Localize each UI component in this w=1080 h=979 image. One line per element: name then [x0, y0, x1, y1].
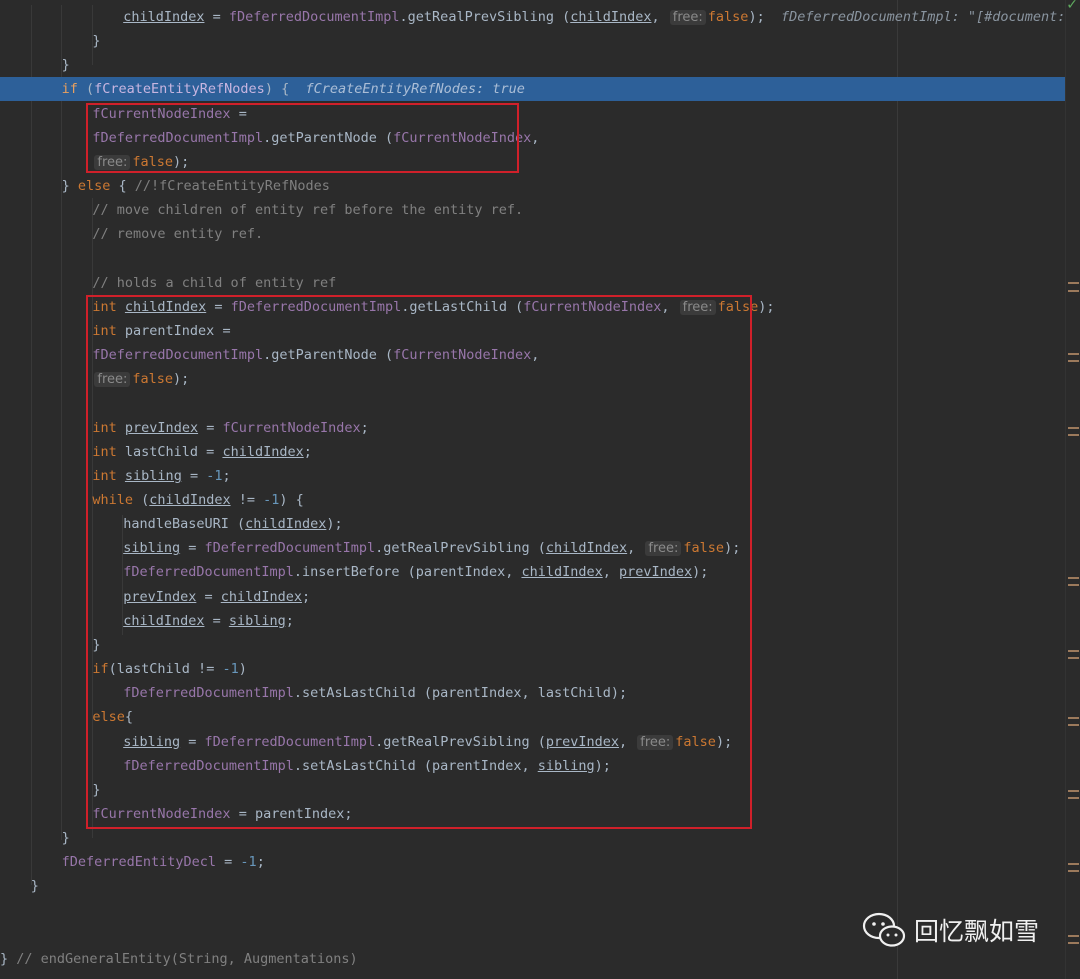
code-token: } — [0, 950, 17, 967]
stripe-marker[interactable] — [1068, 790, 1079, 792]
error-stripe[interactable]: ✓ — [1065, 0, 1080, 979]
stripe-marker[interactable] — [1068, 282, 1079, 284]
parameter-hint: free: — [669, 10, 706, 25]
code-token: = — [204, 9, 229, 25]
check-icon: ✓ — [1066, 0, 1078, 13]
code-token: fCreateEntityRefNodes — [94, 81, 265, 98]
watermark-text: 回忆飘如雪 — [914, 917, 1040, 946]
code-token: ( — [77, 81, 95, 98]
code-token: -1 — [240, 854, 257, 871]
code-line[interactable]: } — [0, 874, 1066, 898]
code-token: = — [216, 854, 241, 871]
code-line[interactable]: } — [0, 29, 1066, 53]
code-line[interactable]: } — [0, 53, 1066, 77]
stripe-marker[interactable] — [1068, 650, 1079, 652]
stripe-marker[interactable] — [1068, 360, 1079, 362]
wechat-icon — [862, 912, 906, 948]
code-token: childIndex — [570, 9, 652, 25]
code-line[interactable]: childIndex = fDeferredDocumentImpl.getRe… — [0, 5, 1080, 29]
code-token: } — [61, 178, 78, 195]
code-line[interactable]: } else { //!fCreateEntityRefNodes — [0, 174, 1066, 198]
code-line[interactable]: fDeferredEntityDecl = -1; — [0, 850, 1066, 874]
stripe-marker[interactable] — [1068, 797, 1079, 799]
debug-value: fCreateEntityRefNodes: true — [305, 81, 525, 98]
code-token: else — [77, 178, 111, 195]
stripe-marker[interactable] — [1068, 717, 1079, 719]
code-token: // holds a child of entity ref — [92, 274, 337, 291]
code-token: fDeferredEntityDecl — [61, 854, 217, 871]
code-token: } — [61, 57, 70, 74]
code-token: } — [30, 878, 39, 895]
code-token: } — [92, 33, 101, 50]
code-line[interactable]: } — [0, 826, 1066, 850]
code-line[interactable]: } // endGeneralEntity(String, Augmentati… — [0, 947, 1066, 971]
code-token: ; — [256, 854, 265, 871]
code-token: //!fCreateEntityRefNodes — [134, 178, 330, 195]
stripe-marker[interactable] — [1068, 577, 1079, 579]
code-token: if — [61, 81, 78, 98]
code-token: childIndex — [123, 9, 205, 25]
stripe-marker[interactable] — [1068, 657, 1079, 659]
code-token: ); — [748, 9, 765, 25]
code-token: // endGeneralEntity(String, Augmentation… — [16, 950, 358, 967]
code-token: fDeferredDocumentImpl — [228, 9, 400, 25]
code-token: .getRealPrevSibling ( — [399, 9, 571, 25]
code-token: // move children of entity ref before th… — [92, 202, 524, 219]
highlight-box-true-branch — [86, 103, 519, 173]
code-editor[interactable]: childIndex = fDeferredDocumentImpl.getRe… — [0, 0, 1080, 979]
code-token: , — [651, 9, 668, 25]
code-token: false — [707, 9, 749, 25]
watermark: 回忆飘如雪 — [862, 910, 1039, 950]
debug-value: fDeferredDocumentImpl: "[#document: null… — [780, 9, 1080, 25]
code-line[interactable]: // move children of entity ref before th… — [0, 198, 1066, 222]
code-token: , — [531, 129, 540, 146]
stripe-marker[interactable] — [1068, 863, 1079, 865]
code-token: ); — [758, 298, 775, 315]
stripe-marker[interactable] — [1068, 353, 1079, 355]
code-token: ) { — [264, 81, 306, 98]
stripe-marker[interactable] — [1068, 427, 1079, 429]
stripe-marker[interactable] — [1068, 942, 1079, 944]
stripe-marker[interactable] — [1068, 935, 1079, 937]
stripe-marker[interactable] — [1068, 724, 1079, 726]
code-token: } — [61, 830, 70, 847]
stripe-marker[interactable] — [1068, 434, 1079, 436]
code-line[interactable] — [0, 247, 1066, 271]
stripe-marker[interactable] — [1068, 290, 1079, 292]
code-line[interactable]: // holds a child of entity ref — [0, 271, 1066, 295]
code-token: { — [110, 178, 135, 195]
highlight-box-else-branch — [86, 295, 752, 829]
code-line[interactable]: // remove entity ref. — [0, 222, 1066, 246]
stripe-marker[interactable] — [1068, 584, 1079, 586]
code-token: // remove entity ref. — [92, 226, 264, 243]
execution-line[interactable]: if (fCreateEntityRefNodes) { fCreateEnti… — [0, 77, 1066, 102]
stripe-marker[interactable] — [1068, 870, 1079, 872]
